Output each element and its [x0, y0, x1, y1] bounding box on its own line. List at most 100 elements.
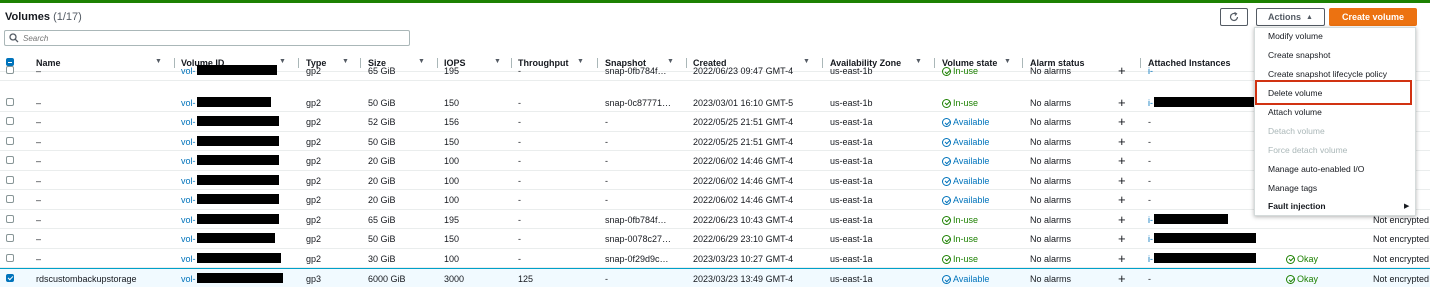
encryption-cell: Not encrypted [1373, 253, 1430, 264]
search-input[interactable] [23, 33, 403, 43]
type-cell: gp2 [306, 97, 322, 108]
iops-cell: 100 [444, 175, 460, 186]
filter-icon[interactable]: ▼ [915, 58, 922, 65]
row-checkbox[interactable] [6, 97, 14, 106]
row-checkbox[interactable] [6, 136, 14, 145]
filter-icon[interactable]: ▼ [667, 58, 674, 65]
add-alarm-icon[interactable]: + [1118, 173, 1126, 188]
volume-id-link[interactable]: vol- [181, 156, 196, 166]
row-checkbox[interactable] [6, 274, 14, 282]
add-alarm-icon[interactable]: + [1118, 134, 1126, 149]
az-cell: us-east-1a [830, 195, 873, 205]
filter-icon[interactable]: ▼ [418, 58, 425, 65]
volume-id-link[interactable]: vol- [181, 195, 196, 205]
az-cell: us-east-1a [830, 274, 873, 284]
alarm-status-cell: No alarms [1030, 156, 1072, 166]
az-cell: us-east-1a [830, 156, 873, 166]
menu-item-modify-volume[interactable]: Modify volume [1268, 31, 1323, 41]
menu-item-delete-volume[interactable]: Delete volume [1268, 88, 1322, 98]
row-checkbox[interactable] [6, 175, 14, 184]
created-cell: 2023/03/23 10:27 GMT-4 [693, 253, 794, 264]
row-checkbox[interactable] [6, 66, 14, 74]
filter-icon[interactable]: ▼ [155, 58, 162, 65]
attached-instance-cell[interactable]: i- [1148, 254, 1153, 264]
table-row[interactable]: – vol-gp2 50 GiB 150 - snap-0c87771… 2023/03/0… [0, 93, 1430, 112]
row-checkbox[interactable] [6, 253, 14, 262]
filter-icon[interactable]: ▼ [577, 58, 584, 65]
table-row[interactable]: rdscustombackupstorage vol-gp3 6000 GiB 300… [0, 268, 1430, 287]
table-row[interactable]: – vol-gp2 30 GiB 100 - snap-0f29d9c… 2023/03/2… [0, 249, 1430, 268]
table-row[interactable]: – vol-gp2 20 GiB 100 - - 2022/06/02 14:46 GMT-… [0, 190, 1430, 210]
create-volume-label: Create volume [1341, 12, 1405, 22]
row-checkbox[interactable] [6, 156, 14, 164]
attached-instance-cell: - [1148, 195, 1151, 205]
filter-icon[interactable]: ▼ [494, 58, 501, 65]
volume-state-text: Available [953, 274, 990, 284]
snapshot-cell: - [605, 117, 608, 127]
menu-item-manage-tags[interactable]: Manage tags [1268, 183, 1317, 193]
table-row[interactable]: – vol-gp2 20 GiB 100 - - 2022/06/02 14:46 GMT-… [0, 151, 1430, 171]
table-row[interactable]: – vol-gp2 65 GiB 195 - snap-0fb784f… 2022/06/2… [0, 210, 1430, 229]
volume-id-link[interactable]: vol- [181, 117, 196, 127]
menu-item-force-detach-volume: Force detach volume [1268, 145, 1348, 155]
add-alarm-icon[interactable]: + [1118, 95, 1126, 110]
volume-id-link[interactable]: vol- [181, 215, 196, 225]
attached-instance-cell[interactable]: i- [1148, 66, 1153, 76]
redacted-id [197, 252, 281, 263]
filter-icon[interactable]: ▼ [342, 58, 349, 65]
filter-icon[interactable]: ▼ [1004, 58, 1011, 65]
volume-state-badge: Available [942, 117, 989, 127]
redacted-instance [1154, 233, 1256, 243]
table-row[interactable]: – vol-gp2 50 GiB 150 - - 2022/05/25 21:51 GMT-… [0, 132, 1430, 151]
actions-button[interactable]: Actions ▲ [1256, 8, 1325, 26]
table-row[interactable]: – vol-gp2 52 GiB 156 - - 2022/05/25 21:51 GMT-… [0, 112, 1430, 132]
volume-id-link[interactable]: vol- [181, 254, 196, 264]
iops-cell: 3000 [444, 274, 465, 284]
row-checkbox[interactable] [6, 195, 14, 203]
add-alarm-icon[interactable]: + [1118, 192, 1126, 207]
filter-icon[interactable]: ▼ [279, 58, 286, 65]
add-alarm-icon[interactable]: + [1118, 271, 1126, 286]
row-checkbox[interactable] [6, 117, 14, 125]
refresh-button[interactable] [1220, 8, 1248, 26]
attached-instance-cell[interactable]: i- [1148, 215, 1153, 225]
actions-menu: Modify volume Create snapshot Create snaps… [1254, 27, 1416, 216]
table-row[interactable]: – vol-gp2 65 GiB 195 - snap-0fb784f… 2022/06/2… [0, 63, 1430, 81]
volume-id-link[interactable]: vol- [181, 176, 196, 186]
volume-id-link[interactable]: vol- [181, 66, 196, 76]
snapshot-cell: snap-0f29d9c… [605, 253, 669, 264]
add-alarm-icon[interactable]: + [1118, 114, 1126, 129]
type-cell: gp2 [306, 195, 322, 205]
volume-state-badge: In-use [942, 254, 978, 264]
create-volume-button[interactable]: Create volume [1329, 8, 1417, 26]
menu-item-manage-auto-enabled-i-o[interactable]: Manage auto-enabled I/O [1268, 164, 1364, 174]
iops-cell: 156 [444, 117, 460, 127]
add-alarm-icon[interactable]: + [1118, 212, 1126, 227]
add-alarm-icon[interactable]: + [1118, 153, 1126, 168]
volume-state-badge: Available [942, 176, 989, 186]
table-row[interactable]: – vol-gp2 50 GiB 150 - snap-0078c27… 2022/06/2… [0, 229, 1430, 249]
volume-id-link[interactable]: vol- [181, 137, 196, 147]
volume-id-link[interactable]: vol- [181, 274, 196, 284]
name-cell: – [36, 136, 42, 147]
add-alarm-icon[interactable]: + [1118, 63, 1126, 78]
menu-item-attach-volume[interactable]: Attach volume [1268, 107, 1322, 117]
add-alarm-icon[interactable]: + [1118, 251, 1126, 266]
search-bar[interactable] [4, 30, 410, 46]
attached-instance-cell[interactable]: i- [1148, 98, 1153, 108]
row-checkbox[interactable] [6, 234, 14, 242]
row-checkbox[interactable] [6, 214, 14, 223]
filter-icon[interactable]: ▼ [803, 58, 810, 65]
menu-item-fault-injection[interactable]: Fault injection [1268, 201, 1326, 211]
chevron-right-icon[interactable]: ▶ [1404, 202, 1409, 210]
add-alarm-icon[interactable]: + [1118, 231, 1126, 246]
volume-state-badge: Available [942, 274, 989, 284]
table-row[interactable]: – vol-gp2 20 GiB 100 - - 2022/06/02 14:46 GMT-… [0, 171, 1430, 190]
menu-item-create-snapshot-lifecycle-policy[interactable]: Create snapshot lifecycle policy [1268, 69, 1387, 79]
menu-item-create-snapshot[interactable]: Create snapshot [1268, 50, 1330, 60]
volume-id-link[interactable]: vol- [181, 234, 196, 244]
alarm-status-cell: No alarms [1030, 175, 1072, 186]
attached-instance-cell[interactable]: i- [1148, 234, 1153, 244]
volume-id-link[interactable]: vol- [181, 98, 196, 108]
select-all-checkbox[interactable] [6, 58, 14, 66]
